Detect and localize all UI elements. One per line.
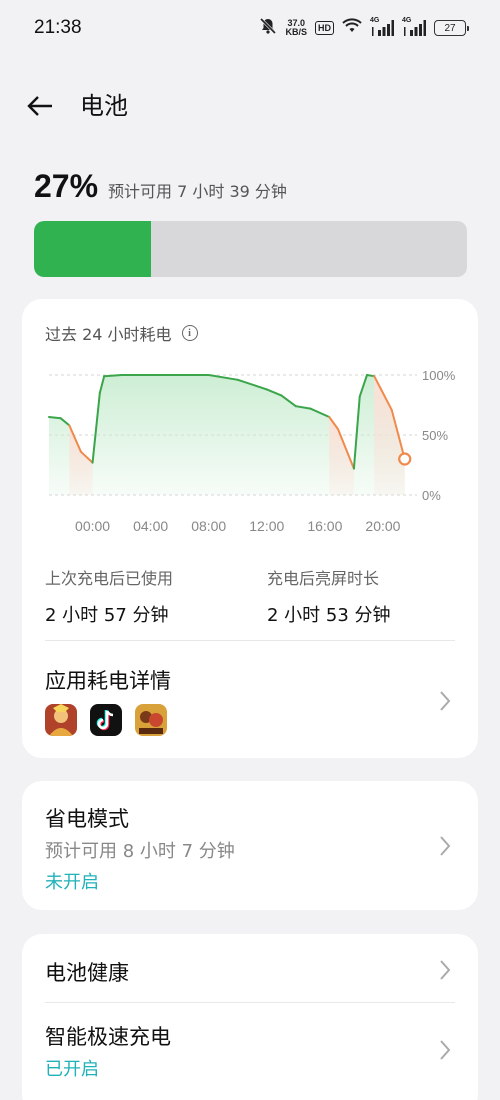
chart-y-tick-label: 50% — [422, 428, 448, 443]
cell-signal-2-icon: 4G — [402, 17, 426, 37]
mute-bell-icon — [259, 17, 277, 39]
chart-line-segment — [365, 374, 376, 378]
battery-level-fill — [34, 221, 151, 277]
app-icon-honor-of-kings — [45, 704, 77, 736]
chart-x-tick-label: 12:00 — [249, 518, 284, 534]
chart-x-tick-label: 00:00 — [75, 518, 110, 534]
app-icon-list — [45, 704, 167, 736]
power-saving-title: 省电模式 — [45, 807, 129, 831]
app-usage-row[interactable]: 应用耗电详情 — [22, 641, 478, 758]
stat-label: 上次充电后已使用 — [45, 569, 174, 588]
chart-x-tick-label: 08:00 — [191, 518, 226, 534]
battery-level-bar — [34, 221, 467, 277]
hd-icon: HD — [315, 21, 334, 35]
power-saving-status: 未开启 — [45, 872, 99, 893]
chart-discharge-area — [329, 417, 354, 495]
stat-value: 2 小时 57 分钟 — [45, 605, 169, 626]
stat-used-since-charge: 上次充电后已使用 2 小时 57 分钟 — [45, 565, 173, 627]
battery-percent: 27% — [34, 168, 99, 204]
stat-screen-on-time: 充电后亮屏时长 2 小时 53 分钟 — [267, 565, 391, 627]
battery-health-row[interactable]: 电池健康 — [22, 934, 478, 1002]
battery-usage-chart: 100% 50% 0% 00:00 04:00 08:00 12:00 16:00 20:00 — [48, 368, 456, 534]
chart-x-tick-label: 04:00 — [133, 518, 168, 534]
status-bar: 21:38 37.0 KB/S HD 4G 4G 27 — [0, 0, 500, 56]
chevron-right-icon — [440, 1040, 451, 1060]
battery-settings-card: 电池健康 智能极速充电 已开启 — [22, 934, 478, 1100]
app-icon-tiktok — [90, 704, 122, 736]
chevron-right-icon — [440, 836, 451, 856]
app-usage-title: 应用耗电详情 — [45, 669, 171, 693]
status-time: 21:38 — [34, 17, 82, 38]
fast-charge-status: 已开启 — [45, 1059, 99, 1080]
power-saving-card[interactable]: 省电模式 预计可用 8 小时 7 分钟 未开启 — [22, 781, 478, 910]
chart-title: 过去 24 小时耗电 — [45, 325, 172, 344]
chevron-right-icon — [440, 960, 451, 980]
chart-line-segment — [103, 374, 123, 378]
page-title: 电池 — [80, 92, 128, 120]
battery-summary: 27% 预计可用 7 小时 39 分钟 — [34, 168, 287, 205]
page-header: 电池 — [0, 78, 500, 134]
stat-label: 充电后亮屏时长 — [267, 569, 380, 588]
network-speed: 37.0 KB/S — [285, 19, 307, 37]
app-icon-game — [135, 704, 167, 736]
battery-estimate: 预计可用 7 小时 39 分钟 — [108, 182, 287, 201]
chart-header: 过去 24 小时耗电 i — [45, 321, 198, 345]
chart-x-tick-label: 20:00 — [365, 518, 400, 534]
wifi-icon — [342, 18, 362, 38]
chart-y-tick-label: 100% — [422, 368, 456, 383]
usage-card: 过去 24 小时耗电 i 100% 50% 0% 00:00 04:00 08:00 12:… — [22, 299, 478, 758]
status-icons: 37.0 KB/S HD 4G 4G 27 — [259, 17, 469, 39]
network-speed-unit: KB/S — [285, 27, 307, 37]
battery-status-icon: 27 — [434, 20, 469, 36]
chart-line-segment — [48, 416, 62, 420]
chart-current-point — [398, 452, 412, 466]
chevron-right-icon — [440, 691, 451, 711]
cell-signal-icon: 4G — [370, 17, 394, 37]
chart-line-segment — [207, 374, 217, 378]
fast-charge-row[interactable]: 智能极速充电 已开启 — [22, 1003, 478, 1100]
chart-discharge-area — [374, 376, 405, 495]
chart-x-tick-label: 16:00 — [307, 518, 342, 534]
stat-value: 2 小时 53 分钟 — [267, 605, 391, 626]
back-button[interactable] — [24, 90, 56, 122]
info-icon[interactable]: i — [181, 325, 198, 341]
chart-y-tick-label: 0% — [422, 488, 441, 503]
back-arrow-icon — [27, 96, 52, 116]
battery-health-title: 电池健康 — [45, 961, 129, 985]
power-saving-estimate: 预计可用 8 小时 7 分钟 — [45, 841, 235, 862]
fast-charge-title: 智能极速充电 — [45, 1025, 171, 1049]
